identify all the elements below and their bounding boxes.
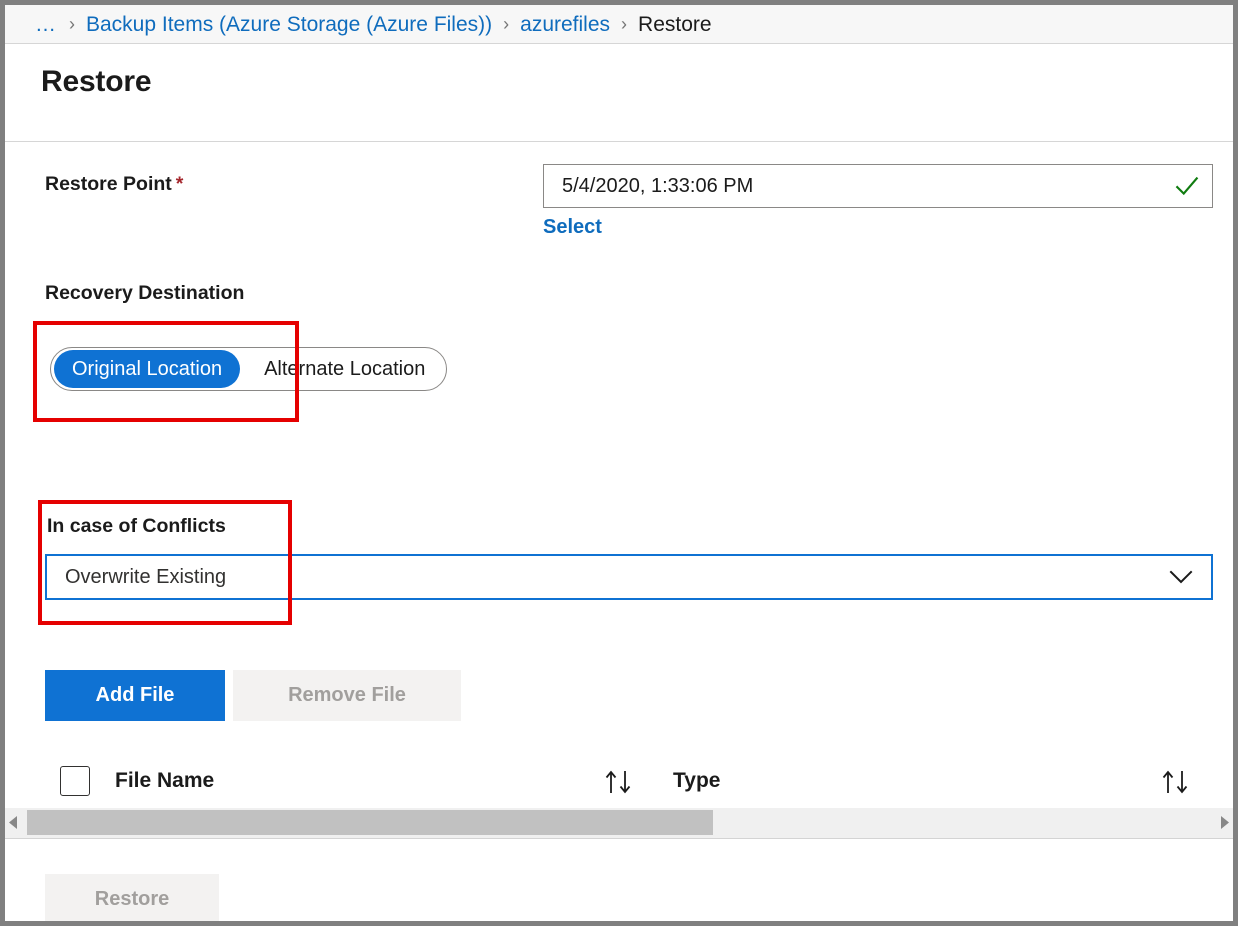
blade-header: Restore xyxy=(5,44,1233,142)
recovery-destination-choice-group: Original Location Alternate Location xyxy=(50,347,448,391)
select-restore-point-link[interactable]: Select xyxy=(543,216,602,239)
restore-form: Restore Point * 5/4/2020, 1:33:06 PM Sele… xyxy=(5,142,1233,921)
breadcrumb-ellipsis[interactable]: … xyxy=(35,14,58,35)
restore-submit-button[interactable]: Restore xyxy=(45,874,219,921)
recovery-destination-option-original[interactable]: Original Location xyxy=(54,350,241,388)
page-title: Restore xyxy=(41,65,152,98)
sort-icon[interactable] xyxy=(603,768,637,796)
conflicts-label: In case of Conflicts xyxy=(47,515,226,537)
scroll-left-button[interactable] xyxy=(5,808,22,837)
sort-icon[interactable] xyxy=(1160,768,1194,796)
caret-left-icon xyxy=(9,816,17,829)
checkmark-icon xyxy=(1175,176,1199,196)
column-header-type[interactable]: Type xyxy=(673,769,720,793)
scrollbar-thumb[interactable] xyxy=(27,810,713,835)
breadcrumb-item-backup-items[interactable]: Backup Items (Azure Storage (Azure Files… xyxy=(86,14,492,35)
chevron-down-icon xyxy=(1169,570,1193,584)
horizontal-scrollbar[interactable] xyxy=(5,808,1233,839)
breadcrumb-separator-icon: › xyxy=(621,14,628,34)
restore-point-label-text: Restore Point xyxy=(45,173,172,195)
breadcrumb-item-restore: Restore xyxy=(638,12,712,36)
recovery-destination-option-alternate[interactable]: Alternate Location xyxy=(246,350,443,388)
column-header-file-name[interactable]: File Name xyxy=(115,769,214,793)
restore-point-input[interactable]: 5/4/2020, 1:33:06 PM xyxy=(543,164,1213,208)
breadcrumb-separator-icon: › xyxy=(503,14,510,34)
required-indicator: * xyxy=(175,173,184,195)
restore-point-label: Restore Point * xyxy=(45,173,183,196)
breadcrumb: … › Backup Items (Azure Storage (Azure F… xyxy=(5,5,1233,44)
azure-restore-blade: … › Backup Items (Azure Storage (Azure F… xyxy=(0,0,1238,926)
breadcrumb-separator-icon: › xyxy=(69,14,75,34)
breadcrumb-item-azurefiles[interactable]: azurefiles xyxy=(520,14,610,35)
add-file-button[interactable]: Add File xyxy=(45,670,225,721)
conflicts-selected-value: Overwrite Existing xyxy=(65,565,227,588)
remove-file-button[interactable]: Remove File xyxy=(233,670,461,721)
restore-point-value: 5/4/2020, 1:33:06 PM xyxy=(562,174,754,197)
select-all-checkbox[interactable] xyxy=(60,766,90,796)
conflicts-dropdown[interactable]: Overwrite Existing xyxy=(45,554,1213,600)
scroll-right-button[interactable] xyxy=(1216,808,1233,837)
files-table-header: File Name Type xyxy=(5,752,1233,808)
recovery-destination-label: Recovery Destination xyxy=(45,282,245,304)
caret-right-icon xyxy=(1221,816,1229,829)
